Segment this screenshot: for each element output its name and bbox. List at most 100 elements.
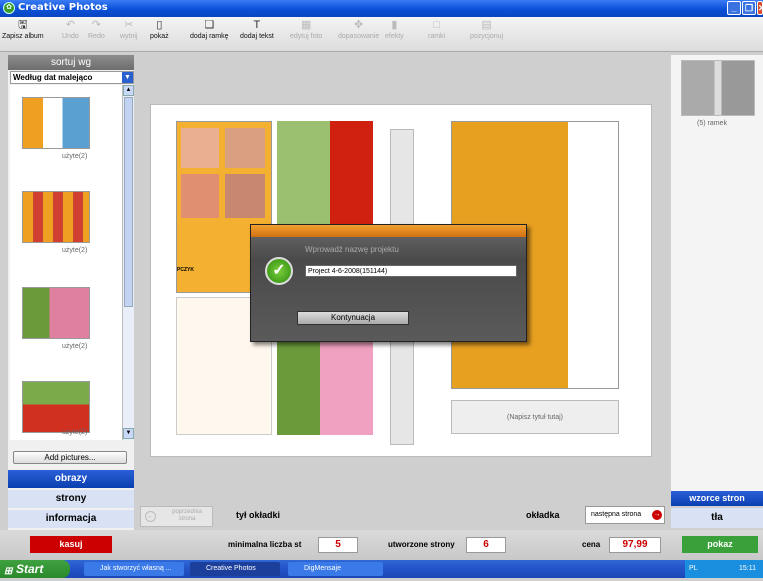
disk-icon: 🖫 bbox=[18, 19, 28, 31]
text-button[interactable]: Tdodaj tekst bbox=[240, 19, 274, 40]
scissors-icon: ✂ bbox=[124, 19, 134, 31]
scroll-down-icon[interactable]: ▼ bbox=[123, 428, 134, 439]
effects-icon: ▮ bbox=[391, 19, 398, 31]
tab-page-templates[interactable]: wzorce stron bbox=[671, 491, 763, 506]
sort-selected-value: Według dat malejąco bbox=[13, 73, 93, 82]
back-cover-label: tył okładki bbox=[236, 510, 281, 520]
disk-button[interactable]: 🖫 Zapisz album bbox=[2, 19, 44, 40]
toolbar-label: pokaż bbox=[150, 33, 169, 40]
list-item[interactable]: użyte(2) bbox=[22, 381, 90, 436]
system-tray: PL 15:11 bbox=[685, 560, 763, 578]
usage-label: użyte(2) bbox=[62, 429, 88, 436]
chevron-down-icon[interactable]: ▼ bbox=[122, 72, 133, 83]
price-value: 97,99 bbox=[609, 537, 661, 553]
list-item[interactable]: użyte(2) bbox=[22, 97, 90, 160]
dialog-title: Wprowadź nazwę projektu bbox=[305, 245, 399, 254]
list-item[interactable]: użyte(2) bbox=[22, 191, 90, 254]
frame-icon: ❏ bbox=[204, 19, 215, 31]
add-pictures-button[interactable]: Add pictures... bbox=[13, 451, 127, 464]
min-pages-label: minimalna liczba st bbox=[228, 540, 302, 549]
redo-icon: ↷ bbox=[91, 19, 101, 31]
thumbnail[interactable] bbox=[22, 287, 90, 339]
minimize-button[interactable]: _ bbox=[727, 1, 741, 15]
close-button[interactable]: ✕ bbox=[757, 1, 763, 15]
tab-obrazy[interactable]: obrazy bbox=[8, 470, 134, 488]
start-button[interactable]: ⊞ Start bbox=[0, 560, 70, 578]
toolbar-label: efekty bbox=[385, 33, 404, 40]
photo-edit-icon: ▦ bbox=[300, 19, 312, 31]
next-page-label: następna strona bbox=[591, 511, 642, 518]
bottom-bar: kasuj minimalna liczba st 5 utworzone st… bbox=[0, 530, 763, 560]
frame-button[interactable]: ❏ dodaj ramkę bbox=[190, 19, 229, 40]
toolbar-label: dodaj ramkę bbox=[190, 33, 229, 40]
thumbnail[interactable] bbox=[22, 97, 90, 149]
effects-button[interactable]: ▮ efekty bbox=[385, 19, 404, 40]
usage-label: użyte(2) bbox=[62, 247, 88, 254]
text-icon: T bbox=[253, 19, 261, 31]
toolbar-label: dodaj tekst bbox=[240, 33, 274, 40]
arrow-left-icon: ← bbox=[145, 511, 156, 522]
language-indicator[interactable]: PL bbox=[689, 560, 698, 578]
photo-slot[interactable] bbox=[181, 174, 219, 218]
task-item[interactable]: Creative Photos bbox=[190, 562, 280, 576]
fit-icon: ✥ bbox=[354, 19, 364, 31]
photo-slot[interactable] bbox=[225, 128, 265, 168]
task-item[interactable]: DigMensaje bbox=[288, 562, 383, 576]
toolbar-label: Zapisz album bbox=[2, 33, 44, 40]
task-item[interactable]: Jak stworzyć własną ... bbox=[84, 562, 184, 576]
previous-page-button[interactable]: ← poprzednia strona bbox=[140, 506, 213, 527]
windows-logo-icon: ⊞ bbox=[4, 566, 13, 577]
position-button[interactable]: ▤ pozycjonuj bbox=[470, 19, 503, 40]
checkmark-icon: ✓ bbox=[265, 257, 293, 285]
clock: 15:11 bbox=[739, 565, 756, 572]
arrow-right-icon: → bbox=[652, 510, 662, 520]
page-button[interactable]: ▯ pokaż bbox=[150, 19, 169, 40]
sort-select[interactable]: Według dat malejąco ▼ bbox=[10, 71, 134, 84]
thumbnail[interactable] bbox=[22, 191, 90, 243]
project-name-dialog: ✓ Wprowadź nazwę projektu Kontynuacja bbox=[250, 224, 527, 342]
title-placeholder[interactable]: (Napisz tytuł tutaj) bbox=[451, 400, 619, 434]
window-title: Creative Photos bbox=[18, 2, 108, 13]
photo-edit-button[interactable]: ▦ edytuj foto bbox=[290, 19, 322, 40]
sort-header: sortuj wg bbox=[8, 55, 134, 70]
frames-preview[interactable] bbox=[681, 60, 755, 116]
list-item[interactable]: użyte(2) bbox=[22, 287, 90, 350]
undo-icon: ↶ bbox=[65, 19, 75, 31]
frames-count-label: (5) ramek bbox=[697, 120, 727, 127]
borders-icon: □ bbox=[433, 19, 440, 31]
min-pages-value: 5 bbox=[318, 537, 358, 553]
next-page-button[interactable]: następna strona → bbox=[585, 506, 665, 524]
fit-button[interactable]: ✥ dopasowanie bbox=[338, 19, 379, 40]
app-icon: ✿ bbox=[3, 2, 15, 14]
toolbar-label: ramki bbox=[428, 33, 446, 40]
toolbar-label: dopasowanie bbox=[338, 33, 380, 40]
restore-button[interactable]: ❐ bbox=[742, 1, 756, 15]
project-name-input[interactable] bbox=[305, 265, 517, 277]
toolbar-label: pozycjonuj bbox=[470, 33, 504, 40]
tab-backgrounds[interactable]: tła bbox=[671, 508, 763, 528]
picture-list-scrollbar[interactable]: ▲ ▼ bbox=[122, 85, 134, 440]
tab-strony[interactable]: strony bbox=[8, 490, 134, 508]
continue-button[interactable]: Kontynuacja bbox=[297, 311, 409, 325]
tab-informacja[interactable]: informacja bbox=[8, 510, 134, 528]
redo-button[interactable]: ↷ Redo bbox=[88, 19, 105, 40]
page-caption: PCZYK bbox=[177, 267, 194, 273]
scrollbar-thumb[interactable] bbox=[124, 97, 133, 307]
toolbar-label: Redo bbox=[88, 33, 105, 40]
usage-label: użyte(2) bbox=[62, 343, 88, 350]
previous-page-label: poprzednia strona bbox=[172, 509, 202, 522]
undo-button[interactable]: ↶ Undo bbox=[62, 19, 79, 40]
scissors-button[interactable]: ✂ wytnij bbox=[120, 19, 138, 40]
title-bar: ✿ Creative Photos _ ❐ ✕ bbox=[0, 0, 763, 17]
photo-slot[interactable] bbox=[225, 174, 265, 218]
show-button[interactable]: pokaz bbox=[682, 536, 758, 553]
photo-slot[interactable] bbox=[181, 128, 219, 168]
delete-button[interactable]: kasuj bbox=[30, 536, 112, 553]
scroll-up-icon[interactable]: ▲ bbox=[123, 85, 134, 96]
toolbar: 🖫 Zapisz album ↶ Undo ↷ Redo ✂ wytnij ▯ pokaż ❏ dod… bbox=[0, 17, 763, 52]
page-icon: ▯ bbox=[156, 19, 163, 31]
borders-button[interactable]: □ ramki bbox=[428, 19, 445, 40]
price-label: cena bbox=[582, 540, 601, 549]
dialog-accent-bar bbox=[251, 225, 526, 237]
thumbnail[interactable] bbox=[22, 381, 90, 433]
